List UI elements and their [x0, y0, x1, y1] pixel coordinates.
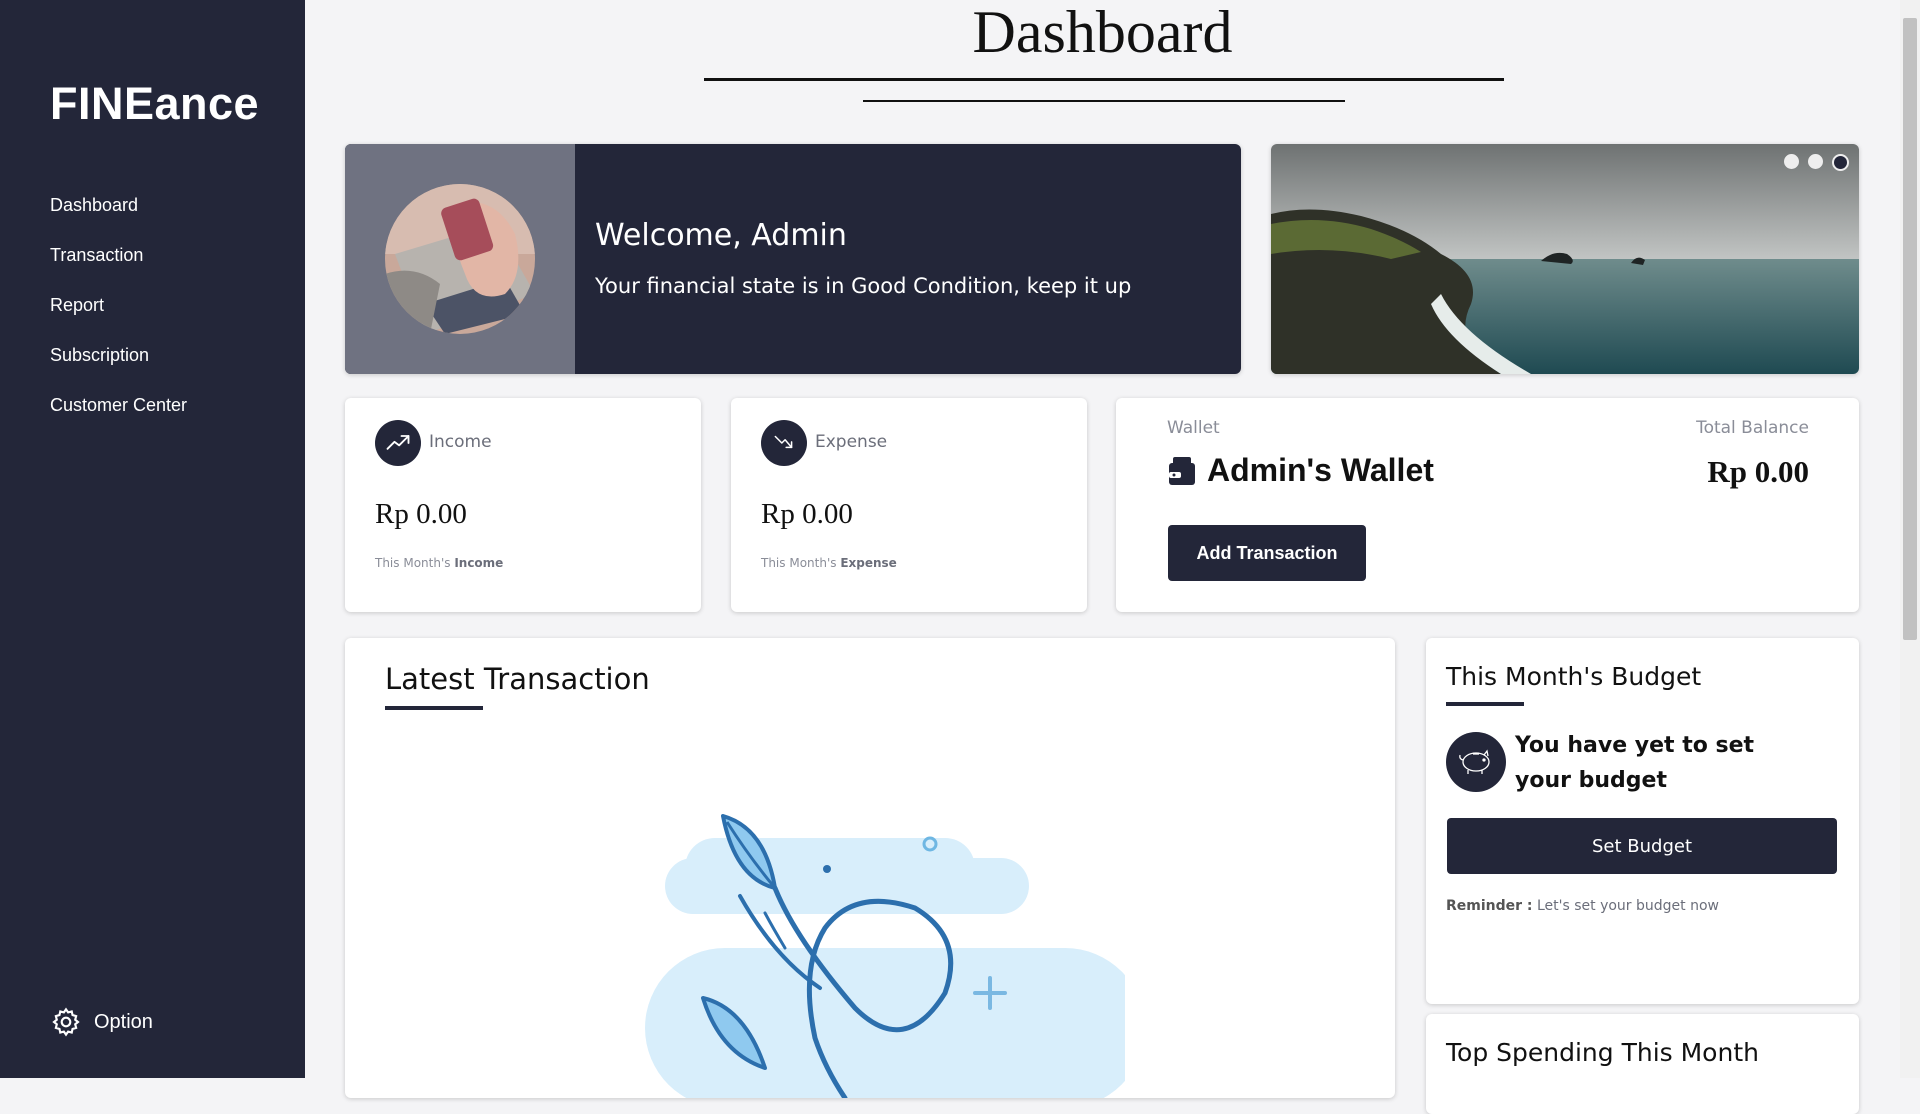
option-button[interactable]: Option	[50, 1006, 153, 1038]
option-label: Option	[94, 1010, 153, 1033]
gear-icon	[52, 1007, 80, 1037]
income-amount: Rp 0.00	[375, 498, 467, 530]
title-underline	[1446, 702, 1524, 706]
budget-card: This Month's Budget You have yet to set …	[1426, 638, 1859, 1004]
brand-logo[interactable]: FINEance	[50, 78, 259, 130]
sidebar-item-subscription[interactable]: Subscription	[50, 342, 187, 392]
total-balance: Rp 0.00	[1707, 454, 1809, 489]
scrollbar-thumb[interactable]	[1903, 18, 1917, 640]
wallet-name: Admin's Wallet	[1207, 452, 1434, 488]
carousel-dot-1[interactable]	[1784, 154, 1799, 169]
expense-amount: Rp 0.00	[761, 498, 853, 530]
welcome-title: Welcome, Admin	[595, 218, 847, 253]
carousel-dot-3[interactable]	[1832, 154, 1849, 171]
trending-up-icon	[375, 420, 421, 466]
wallet-icon	[1169, 456, 1195, 485]
carousel-dot-2[interactable]	[1808, 154, 1823, 169]
welcome-avatar-panel	[345, 144, 575, 374]
income-card: Income Rp 0.00 This Month's Income	[345, 398, 701, 612]
title-underline	[385, 706, 483, 710]
carousel-image	[1271, 144, 1859, 374]
budget-message: You have yet to set your budget	[1515, 733, 1755, 793]
sidebar: FINEance Dashboard Transaction Report Su…	[0, 0, 305, 1078]
trending-down-icon	[761, 420, 807, 466]
expense-card: Expense Rp 0.00 This Month's Expense	[731, 398, 1087, 612]
empty-state-illustration	[645, 814, 1125, 1098]
income-subtitle: This Month's Income	[375, 556, 504, 570]
sidebar-item-dashboard[interactable]: Dashboard	[50, 192, 187, 242]
title-divider	[704, 78, 1504, 81]
scrollbar[interactable]	[1900, 0, 1920, 1078]
piggy-bank-icon	[1446, 732, 1506, 792]
sidebar-item-report[interactable]: Report	[50, 292, 187, 342]
expense-subtitle: This Month's Expense	[761, 556, 897, 570]
sidebar-item-customer-center[interactable]: Customer Center	[50, 392, 187, 442]
total-balance-label: Total Balance	[1696, 418, 1809, 438]
title-divider-secondary	[863, 100, 1345, 102]
welcome-message: Your financial state is in Good Conditio…	[595, 274, 1132, 298]
main-content: Dashboard Welcome, Admin Your financial …	[305, 0, 1900, 1114]
latest-transaction-title: Latest Transaction	[385, 662, 650, 696]
welcome-card: Welcome, Admin Your financial state is i…	[345, 144, 1241, 374]
wallet-card: Wallet Total Balance Admin's Wallet Rp 0…	[1116, 398, 1859, 612]
latest-transaction-card: Latest Transaction	[345, 638, 1395, 1098]
add-transaction-button[interactable]: Add Transaction	[1168, 525, 1366, 581]
top-spending-card: Top Spending This Month	[1426, 1014, 1859, 1114]
sidebar-item-transaction[interactable]: Transaction	[50, 242, 187, 292]
avatar	[385, 184, 535, 334]
budget-title: This Month's Budget	[1446, 662, 1702, 691]
set-budget-button[interactable]: Set Budget	[1447, 818, 1837, 874]
wallet-name-row: Admin's Wallet	[1167, 452, 1434, 489]
carousel-indicators	[1784, 154, 1849, 171]
income-label: Income	[429, 432, 492, 452]
image-carousel[interactable]	[1271, 144, 1859, 374]
expense-label: Expense	[815, 432, 888, 452]
page-title: Dashboard	[972, 0, 1233, 65]
top-spending-title: Top Spending This Month	[1446, 1038, 1759, 1067]
sidebar-nav: Dashboard Transaction Report Subscriptio…	[50, 192, 187, 442]
budget-reminder: Reminder : Let's set your budget now	[1446, 898, 1719, 914]
wallet-label: Wallet	[1167, 418, 1220, 438]
